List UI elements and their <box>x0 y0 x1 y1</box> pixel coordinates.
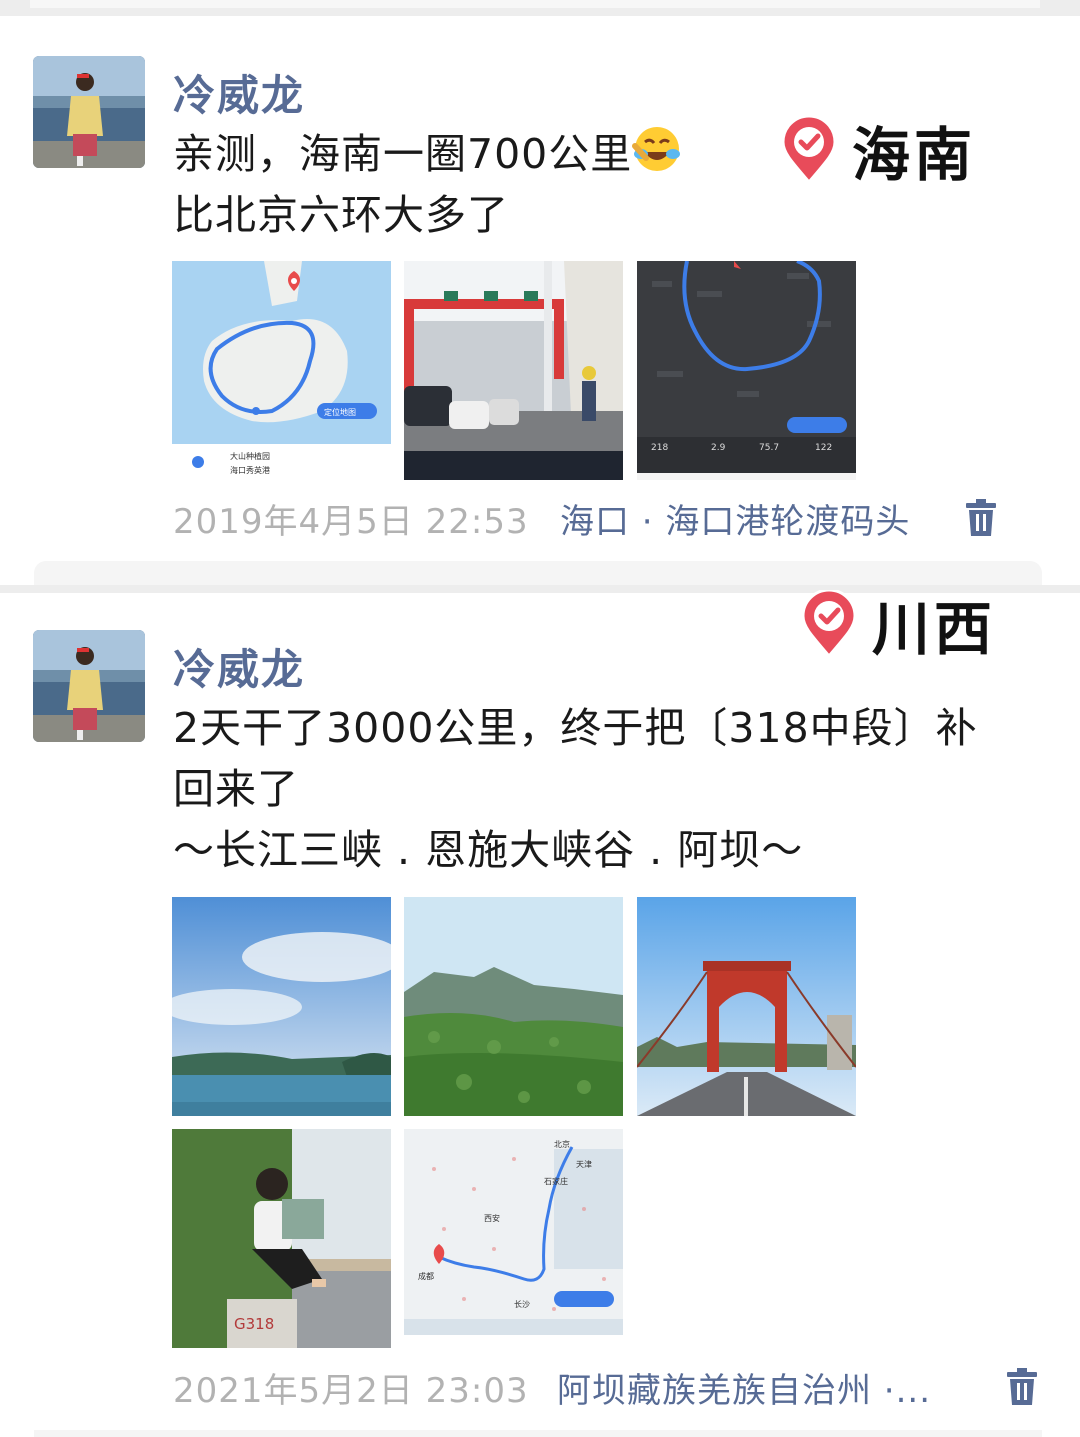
map-city-label: 天津 <box>576 1159 592 1169</box>
post-location[interactable]: 海口 · 海口港轮渡码头 <box>560 494 910 543</box>
photo-river-gorge[interactable] <box>172 897 391 1116</box>
laughing-crying-emoji-icon <box>632 124 682 174</box>
location-sticker: 海南 <box>780 108 976 192</box>
post-text-line: 回来了 <box>173 765 299 813</box>
post-text: 亲测，海南一圈700公里 <box>173 124 682 185</box>
map-city-label: 北京 <box>554 1139 570 1149</box>
photo-ferry[interactable] <box>404 261 623 480</box>
photo-mountain-valley[interactable] <box>404 897 623 1116</box>
photo-china-route-map[interactable]: 北京 天津 石家庄 西安 长沙 成都 <box>404 1129 623 1348</box>
photo-red-bridge[interactable] <box>637 897 856 1116</box>
avatar[interactable] <box>33 56 145 168</box>
sticker-label: 海南 <box>852 121 977 189</box>
post-timestamp: 2021年5月2日 23:03 <box>173 1371 529 1411</box>
stat-value: 2.9 <box>711 443 726 453</box>
location-sticker: 川西 <box>800 582 996 666</box>
trash-icon[interactable] <box>964 498 998 538</box>
map-label: 大山种植园 <box>230 451 270 461</box>
post-timestamp: 2019年4月5日 22:53 <box>173 502 529 542</box>
post-location[interactable]: 阿坝藏族羌族自治州 ·... <box>557 1363 931 1412</box>
trash-icon[interactable] <box>1005 1367 1039 1407</box>
photo-city-route-map[interactable]: 218 2.9 75.7 122 <box>637 261 856 480</box>
post-text-line: 亲测，海南一圈700公里 <box>173 130 633 178</box>
route-marker-text: G318 <box>234 1315 274 1333</box>
stat-value: 218 <box>651 443 668 453</box>
post-text-line: ～长江三峡 . 恩施大峡谷 . 阿坝～ <box>173 826 804 874</box>
photo-g318-marker[interactable]: G318 <box>172 1129 391 1348</box>
photo-hainan-route-map[interactable]: 大山种植园 海口秀英港 定位地图 <box>172 261 391 480</box>
post-text-line: 2天干了3000公里，终于把〔318中段〕补 <box>173 704 978 752</box>
comment-area <box>34 1430 1042 1437</box>
sticker-label: 川西 <box>872 595 997 663</box>
previous-post-edge <box>30 0 1040 8</box>
checkmark-pin-icon <box>781 116 837 184</box>
author-name[interactable]: 冷威龙 <box>173 62 305 123</box>
map-city-label: 西安 <box>484 1213 500 1223</box>
map-label: 海口秀英港 <box>230 465 270 475</box>
stat-value: 75.7 <box>759 443 779 453</box>
author-name[interactable]: 冷威龙 <box>173 636 305 697</box>
map-city-label: 成都 <box>418 1271 434 1281</box>
stat-value: 122 <box>815 443 832 453</box>
map-button-label: 定位地图 <box>324 407 356 417</box>
checkmark-pin-icon <box>801 590 857 658</box>
post-text-line: 比北京六环大多了 <box>173 191 509 239</box>
avatar[interactable] <box>33 630 145 742</box>
map-city-label: 长沙 <box>514 1299 530 1309</box>
map-city-label: 石家庄 <box>544 1176 568 1186</box>
